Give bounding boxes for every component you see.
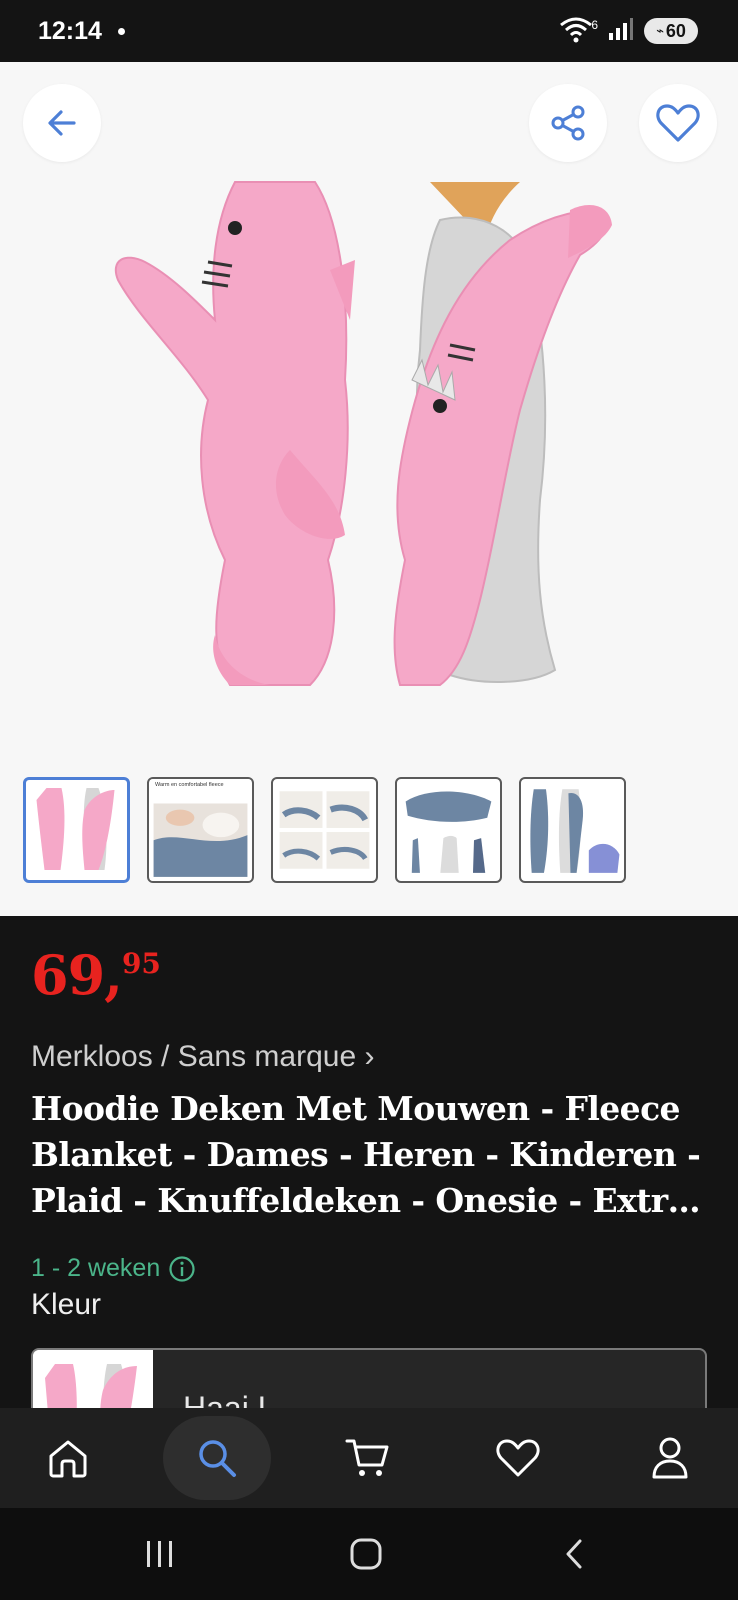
thumbnail-2[interactable]: Warm en comfortabel fleece: [147, 777, 254, 883]
product-gallery: Warm en comfortabel fleece: [0, 62, 738, 916]
price: 69, 95: [31, 948, 161, 1002]
thumbnail-4[interactable]: [395, 777, 502, 883]
nav-search-active-pill: [163, 1416, 271, 1500]
info-icon[interactable]: [168, 1255, 196, 1283]
favorite-button[interactable]: [639, 84, 717, 162]
back-button[interactable]: [23, 84, 101, 162]
notification-dot: [117, 27, 125, 35]
arrow-left-icon: [48, 110, 76, 136]
price-cents: 95: [121, 947, 161, 980]
thumbnail-1[interactable]: [23, 777, 130, 883]
status-time: 12:14: [38, 16, 102, 45]
brand-link[interactable]: Merkloos / Sans marque ›: [31, 1040, 374, 1074]
wifi-icon: [559, 15, 593, 48]
cart-icon: [345, 1439, 389, 1476]
thumbnail-3[interactable]: [271, 777, 378, 883]
product-title: Hoodie Deken Met Mouwen - Fleece Blanket…: [31, 1089, 701, 1220]
wifi-badge: 6: [591, 18, 598, 32]
system-back-button[interactable]: [534, 1508, 614, 1600]
user-icon: [652, 1437, 688, 1479]
nav-home[interactable]: [30, 1408, 106, 1508]
thumbnail-strip: Warm en comfortabel fleece: [23, 777, 626, 883]
delivery-label: 1 - 2 weken: [31, 1254, 161, 1282]
product-info: 69, 95 Merkloos / Sans marque › Hoodie D…: [0, 916, 738, 1468]
search-icon: [199, 1440, 236, 1477]
status-bar: 12:14 6 ⌁ 60: [0, 0, 738, 62]
battery-indicator: ⌁ 60: [644, 18, 698, 44]
heart-icon: [656, 104, 700, 142]
color-label: Kleur: [31, 1288, 102, 1321]
home-icon: [49, 1440, 87, 1478]
system-navigation: [0, 1508, 738, 1600]
bottom-navigation: [0, 1408, 738, 1508]
battery-level: 60: [665, 20, 686, 41]
back-chevron-icon: [566, 1539, 582, 1569]
delivery-time: 1 - 2 weken: [31, 1254, 196, 1283]
nav-search[interactable]: [163, 1408, 271, 1508]
heart-icon: [496, 1439, 540, 1477]
system-home-button[interactable]: [326, 1508, 406, 1600]
nav-cart[interactable]: [330, 1408, 406, 1508]
thumbnail-5[interactable]: [519, 777, 626, 883]
share-icon: [551, 105, 585, 141]
shark-blanket-side: [393, 182, 612, 686]
shark-blanket-front: [115, 181, 355, 686]
recent-apps-icon: [147, 1541, 172, 1567]
nav-account[interactable]: [632, 1408, 708, 1508]
battery-leaf-icon: ⌁: [656, 23, 664, 38]
product-main-image[interactable]: [100, 180, 640, 760]
share-button[interactable]: [529, 84, 607, 162]
recent-apps-button[interactable]: [120, 1508, 200, 1600]
thumbnail-2-caption: Warm en comfortabel fleece: [155, 782, 224, 788]
signal-icon: [608, 17, 634, 46]
price-main: 69,: [31, 943, 123, 1007]
nav-favorites[interactable]: [480, 1408, 556, 1508]
home-circle-icon: [350, 1538, 382, 1570]
